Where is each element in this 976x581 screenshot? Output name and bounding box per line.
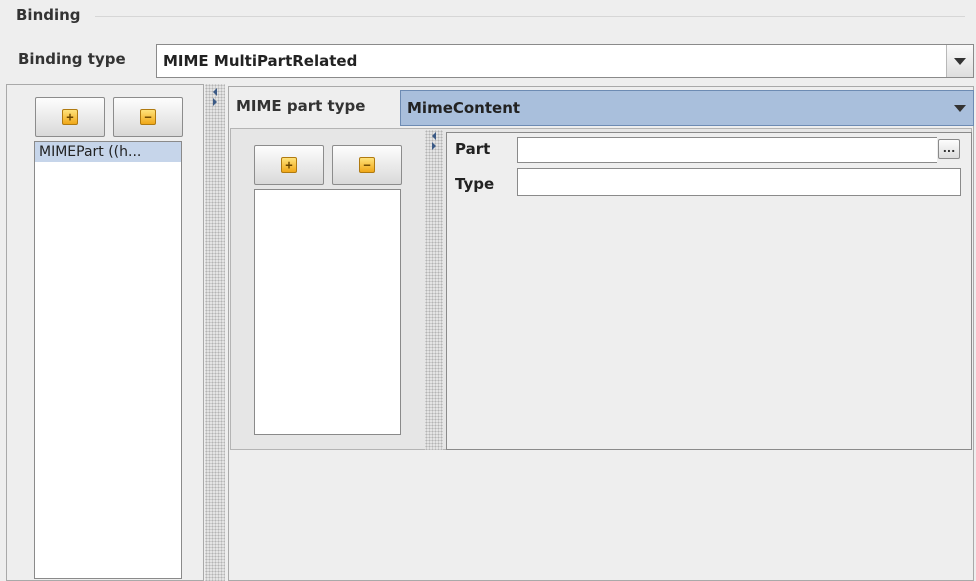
mime-part-type-select[interactable]: MimeContent [400,90,974,126]
expand-right-icon[interactable] [432,142,436,150]
split-divider[interactable] [205,84,225,581]
part-label: Part [455,140,491,158]
browse-part-button[interactable]: ... [938,139,960,159]
mime-parts-list[interactable]: MIMEPart ((h... [34,141,182,579]
minus-icon: − [359,157,375,173]
part-field[interactable] [517,137,937,163]
inner-split-divider[interactable] [425,130,443,450]
binding-type-value: MIME MultiPartRelated [163,52,358,70]
binding-type-select[interactable]: MIME MultiPartRelated [156,44,974,78]
collapse-left-icon[interactable] [213,88,217,96]
mime-part-type-value: MimeContent [407,99,521,117]
remove-mime-part-button[interactable]: − [113,97,183,137]
expand-right-icon[interactable] [213,98,217,106]
group-separator [95,16,965,17]
mime-content-list[interactable] [254,189,401,435]
chevron-down-icon[interactable] [946,45,973,77]
minus-icon: − [140,109,156,125]
add-content-button[interactable]: + [254,145,324,185]
plus-icon: + [62,109,78,125]
type-label: Type [455,175,495,193]
mime-part-type-label: MIME part type [236,97,366,115]
remove-content-button[interactable]: − [332,145,402,185]
ellipsis-icon: ... [942,142,956,155]
collapse-left-icon[interactable] [432,132,436,140]
binding-type-label: Binding type [18,50,126,68]
plus-icon: + [281,157,297,173]
chevron-down-icon[interactable] [947,104,973,112]
type-field[interactable] [517,168,961,196]
list-item[interactable]: MIMEPart ((h... [35,142,181,162]
add-mime-part-button[interactable]: + [35,97,105,137]
binding-group-title: Binding [16,6,81,24]
